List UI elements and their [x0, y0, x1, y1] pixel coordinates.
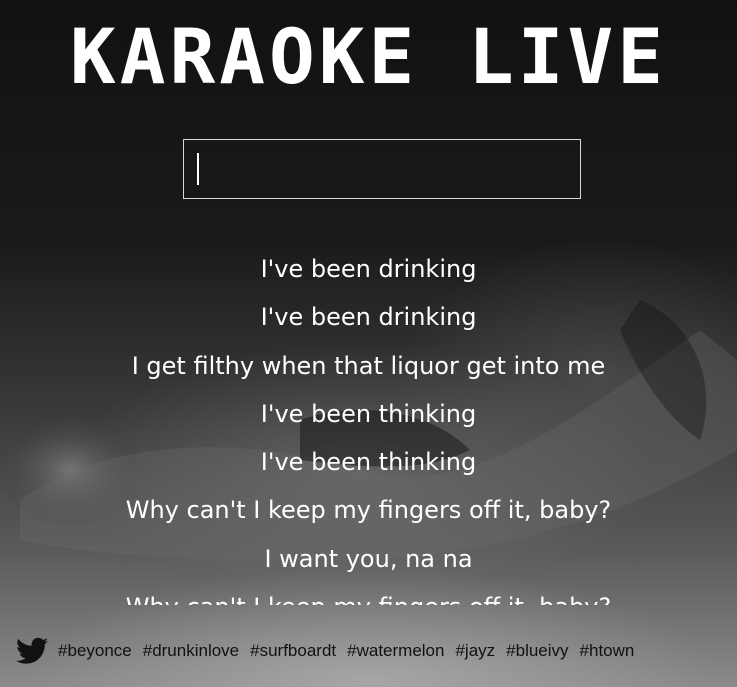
lyric-line: I've been drinking: [260, 255, 477, 283]
lyric-line: I've been thinking: [260, 448, 477, 477]
lyric-line: I've been thinking: [260, 399, 477, 428]
lyrics-search-input[interactable]: [183, 139, 581, 199]
lyric-line: I've been drinking: [260, 303, 477, 332]
lyrics-panel: I've been drinking I've been drinking I …: [0, 245, 737, 605]
lyric-line: I get filthy when that liquor get into m…: [131, 351, 606, 380]
lyric-line: Why can't I keep my fingers off it, baby…: [125, 496, 612, 525]
lyric-line: Why can't I keep my fingers off it, baby…: [0, 583, 737, 605]
lyric-line: I want you, na na: [264, 544, 473, 573]
text-cursor: [197, 153, 199, 185]
page-background: KARAOKE LIVE I've been drinking I've bee…: [0, 0, 737, 687]
hashtag-link[interactable]: #drunkinlove: [143, 641, 239, 661]
hashtag-bar: #beyonce #drunkinlove #surfboardt #water…: [16, 634, 645, 668]
hashtag-link[interactable]: #htown: [580, 641, 635, 661]
page-title: KARAOKE LIVE: [69, 12, 668, 101]
hashtag-link[interactable]: #beyonce: [58, 641, 132, 661]
hashtag-link[interactable]: #surfboardt: [250, 641, 336, 661]
hashtag-link[interactable]: #jayz: [455, 641, 495, 661]
hashtag-link[interactable]: #watermelon: [347, 641, 444, 661]
twitter-bird-icon[interactable]: [16, 637, 48, 665]
hashtag-link[interactable]: #blueivy: [506, 641, 568, 661]
